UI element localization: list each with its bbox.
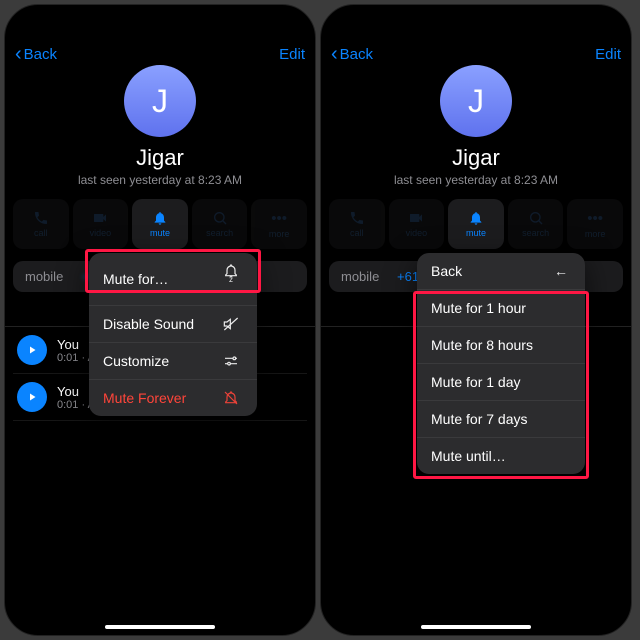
more-label: more [269,229,290,239]
call-button[interactable]: call [13,199,69,249]
call-label: call [350,228,364,238]
edit-button[interactable]: Edit [595,46,621,63]
disable-label: Disable Sound [103,316,194,332]
customize-item[interactable]: Customize [89,343,257,380]
back-label: Back [24,46,57,63]
mute-1d-item[interactable]: Mute for 1 day [417,364,585,401]
contact-status: last seen yesterday at 8:23 AM [394,173,558,187]
video-label: video [90,228,112,238]
play-icon[interactable] [17,382,47,412]
mute-for-label: Mute for… [103,271,168,287]
search-button[interactable]: search [192,199,248,249]
back-button[interactable]: ‹ Back [15,44,57,64]
profile-header: J Jigar last seen yesterday at 8:23 AM [5,65,315,187]
search-icon [212,210,228,226]
mute-duration-popup: Back ← Mute for 1 hour Mute for 8 hours … [417,253,585,474]
avatar[interactable]: J [124,65,196,137]
video-label: video [406,228,428,238]
mute-popup: Mute for… z Disable Sound Customize Mute… [89,253,257,416]
speaker-off-icon [223,316,243,332]
bell-icon [468,210,484,226]
action-row: call video mute search ••• more [321,187,631,257]
more-button[interactable]: ••• more [567,199,623,249]
notch [95,5,225,27]
mute-until-item[interactable]: Mute until… [417,438,585,474]
phone-icon [33,210,49,226]
popup-back-label: Back [431,263,462,279]
mute-bell-icon: z [223,263,243,295]
mute-7d-item[interactable]: Mute for 7 days [417,401,585,438]
mute-forever-item[interactable]: Mute Forever [89,380,257,416]
edit-button[interactable]: Edit [279,46,305,63]
popup-back-item[interactable]: Back ← [417,253,585,290]
bell-icon [152,210,168,226]
profile-header: J Jigar last seen yesterday at 8:23 AM [321,65,631,187]
back-label: Back [340,46,373,63]
call-label: call [34,228,48,238]
mobile-label: mobile [341,269,389,284]
more-button[interactable]: ••• more [251,199,307,249]
chevron-left-icon: ‹ [15,44,22,64]
more-icon: ••• [587,210,603,227]
video-button[interactable]: video [73,199,129,249]
search-button[interactable]: search [508,199,564,249]
mute-label: mute [466,228,486,238]
mute-button[interactable]: mute [132,199,188,249]
notch [411,5,541,27]
call-button[interactable]: call [329,199,385,249]
video-icon [92,210,108,226]
search-label: search [206,228,233,238]
contact-name: Jigar [452,145,500,171]
video-button[interactable]: video [389,199,445,249]
mute-for-item[interactable]: Mute for… z [89,253,257,306]
search-label: search [522,228,549,238]
phone-icon [349,210,365,226]
phone-left: ‹ Back Edit J Jigar last seen yesterday … [4,4,316,636]
more-label: more [585,229,606,239]
mute-1h-item[interactable]: Mute for 1 hour [417,290,585,327]
customize-label: Customize [103,353,169,369]
action-row: call video mute search ••• more [5,187,315,257]
sliders-icon [223,353,243,369]
mobile-label: mobile [25,269,73,284]
mute-button[interactable]: mute [448,199,504,249]
home-indicator [105,625,215,629]
mute-1h-label: Mute for 1 hour [431,300,526,316]
avatar-initial: J [468,83,484,120]
play-icon[interactable] [17,335,47,365]
mute-8h-label: Mute for 8 hours [431,337,533,353]
mute-7d-label: Mute for 7 days [431,411,528,427]
video-icon [408,210,424,226]
phone-right: ‹ Back Edit J Jigar last seen yesterday … [320,4,632,636]
disable-sound-item[interactable]: Disable Sound [89,306,257,343]
home-indicator [421,625,531,629]
avatar[interactable]: J [440,65,512,137]
chevron-left-icon: ‹ [331,44,338,64]
forever-label: Mute Forever [103,390,186,406]
back-button[interactable]: ‹ Back [331,44,373,64]
contact-name: Jigar [136,145,184,171]
avatar-initial: J [152,83,168,120]
bell-slash-icon [223,390,243,406]
mute-label: mute [150,228,170,238]
mute-8h-item[interactable]: Mute for 8 hours [417,327,585,364]
mute-1d-label: Mute for 1 day [431,374,521,390]
search-icon [528,210,544,226]
mute-until-label: Mute until… [431,448,506,464]
arrow-left-icon: ← [551,263,571,279]
contact-status: last seen yesterday at 8:23 AM [78,173,242,187]
more-icon: ••• [271,210,287,227]
